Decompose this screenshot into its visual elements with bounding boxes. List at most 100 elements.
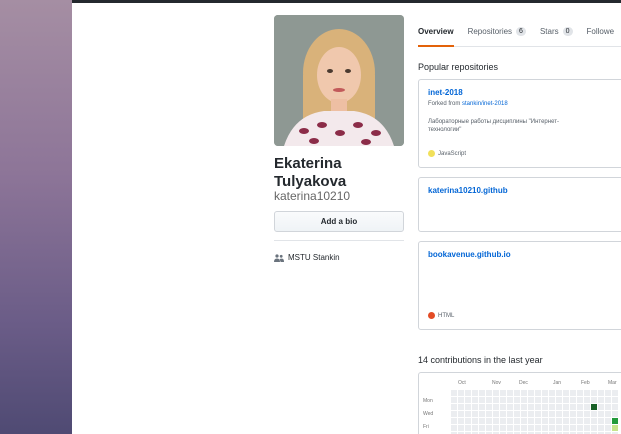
repo-name-link[interactable]: bookavenue.github.io [428, 250, 618, 260]
contribution-day-cell[interactable] [605, 390, 611, 396]
contribution-day-cell[interactable] [528, 425, 534, 431]
contribution-day-cell[interactable] [458, 404, 464, 410]
contribution-day-cell[interactable] [465, 404, 471, 410]
contribution-day-cell[interactable] [612, 390, 618, 396]
contribution-day-cell[interactable] [451, 425, 457, 431]
contribution-day-cell[interactable] [458, 418, 464, 424]
contribution-day-cell[interactable] [549, 411, 555, 417]
contribution-day-cell[interactable] [570, 390, 576, 396]
contribution-day-cell[interactable] [612, 425, 618, 431]
contribution-day-cell[interactable] [472, 425, 478, 431]
contribution-day-cell[interactable] [493, 411, 499, 417]
contribution-day-cell[interactable] [493, 404, 499, 410]
contribution-day-cell[interactable] [598, 390, 604, 396]
contribution-day-cell[interactable] [465, 411, 471, 417]
contribution-day-cell[interactable] [479, 425, 485, 431]
contribution-day-cell[interactable] [472, 390, 478, 396]
contribution-day-cell[interactable] [451, 390, 457, 396]
contribution-day-cell[interactable] [549, 397, 555, 403]
contribution-day-cell[interactable] [605, 418, 611, 424]
contribution-day-cell[interactable] [563, 397, 569, 403]
contribution-day-cell[interactable] [507, 425, 513, 431]
contribution-day-cell[interactable] [563, 404, 569, 410]
contribution-day-cell[interactable] [591, 411, 597, 417]
contribution-day-cell[interactable] [451, 404, 457, 410]
contribution-day-cell[interactable] [535, 425, 541, 431]
repo-name-link[interactable]: katerina10210.github [428, 186, 618, 196]
contribution-day-cell[interactable] [500, 425, 506, 431]
contribution-day-cell[interactable] [521, 390, 527, 396]
contribution-day-cell[interactable] [507, 411, 513, 417]
contribution-day-cell[interactable] [549, 404, 555, 410]
contribution-day-cell[interactable] [563, 425, 569, 431]
contribution-day-cell[interactable] [563, 418, 569, 424]
contribution-day-cell[interactable] [535, 411, 541, 417]
contribution-day-cell[interactable] [528, 390, 534, 396]
contribution-day-cell[interactable] [591, 404, 597, 410]
contribution-day-cell[interactable] [514, 411, 520, 417]
contribution-day-cell[interactable] [598, 418, 604, 424]
tab-stars[interactable]: Stars 0 [540, 15, 573, 47]
contribution-day-cell[interactable] [598, 425, 604, 431]
contribution-day-cell[interactable] [556, 411, 562, 417]
contribution-day-cell[interactable] [472, 411, 478, 417]
contribution-day-cell[interactable] [493, 397, 499, 403]
contribution-day-cell[interactable] [584, 404, 590, 410]
contribution-day-cell[interactable] [556, 418, 562, 424]
contribution-day-cell[interactable] [570, 397, 576, 403]
contribution-day-cell[interactable] [542, 418, 548, 424]
contribution-day-cell[interactable] [556, 404, 562, 410]
contribution-day-cell[interactable] [486, 404, 492, 410]
contribution-day-cell[interactable] [535, 418, 541, 424]
contribution-day-cell[interactable] [556, 397, 562, 403]
contribution-day-cell[interactable] [458, 425, 464, 431]
contribution-day-cell[interactable] [507, 418, 513, 424]
repo-name-link[interactable]: inet-2018 [428, 88, 618, 98]
contribution-day-cell[interactable] [486, 411, 492, 417]
contribution-day-cell[interactable] [577, 404, 583, 410]
contribution-day-cell[interactable] [605, 404, 611, 410]
contribution-day-cell[interactable] [584, 397, 590, 403]
contribution-day-cell[interactable] [563, 390, 569, 396]
contribution-day-cell[interactable] [465, 418, 471, 424]
contribution-day-cell[interactable] [500, 397, 506, 403]
contribution-day-cell[interactable] [458, 397, 464, 403]
contribution-day-cell[interactable] [500, 404, 506, 410]
contribution-day-cell[interactable] [612, 397, 618, 403]
contribution-day-cell[interactable] [528, 397, 534, 403]
contribution-day-cell[interactable] [465, 390, 471, 396]
contribution-day-cell[interactable] [598, 411, 604, 417]
contribution-day-cell[interactable] [521, 397, 527, 403]
contribution-day-cell[interactable] [472, 418, 478, 424]
contribution-day-cell[interactable] [465, 425, 471, 431]
contribution-day-cell[interactable] [458, 390, 464, 396]
contribution-day-cell[interactable] [556, 390, 562, 396]
contribution-day-cell[interactable] [612, 404, 618, 410]
contribution-day-cell[interactable] [479, 390, 485, 396]
contribution-day-cell[interactable] [549, 390, 555, 396]
contribution-day-cell[interactable] [514, 404, 520, 410]
contribution-day-cell[interactable] [479, 404, 485, 410]
contribution-day-cell[interactable] [507, 404, 513, 410]
contribution-day-cell[interactable] [591, 390, 597, 396]
contribution-day-cell[interactable] [591, 418, 597, 424]
contribution-day-cell[interactable] [577, 411, 583, 417]
contribution-day-cell[interactable] [570, 411, 576, 417]
contribution-day-cell[interactable] [514, 390, 520, 396]
contribution-day-cell[interactable] [535, 397, 541, 403]
contribution-day-cell[interactable] [584, 425, 590, 431]
contribution-day-cell[interactable] [486, 397, 492, 403]
contribution-day-cell[interactable] [542, 390, 548, 396]
contribution-day-cell[interactable] [500, 411, 506, 417]
contribution-day-cell[interactable] [542, 404, 548, 410]
contribution-day-cell[interactable] [577, 397, 583, 403]
contribution-day-cell[interactable] [521, 404, 527, 410]
contribution-day-cell[interactable] [577, 425, 583, 431]
contribution-day-cell[interactable] [500, 390, 506, 396]
contribution-day-cell[interactable] [528, 404, 534, 410]
contribution-day-cell[interactable] [577, 390, 583, 396]
contribution-day-cell[interactable] [479, 397, 485, 403]
contribution-day-cell[interactable] [493, 425, 499, 431]
contribution-day-cell[interactable] [612, 411, 618, 417]
contribution-day-cell[interactable] [451, 418, 457, 424]
